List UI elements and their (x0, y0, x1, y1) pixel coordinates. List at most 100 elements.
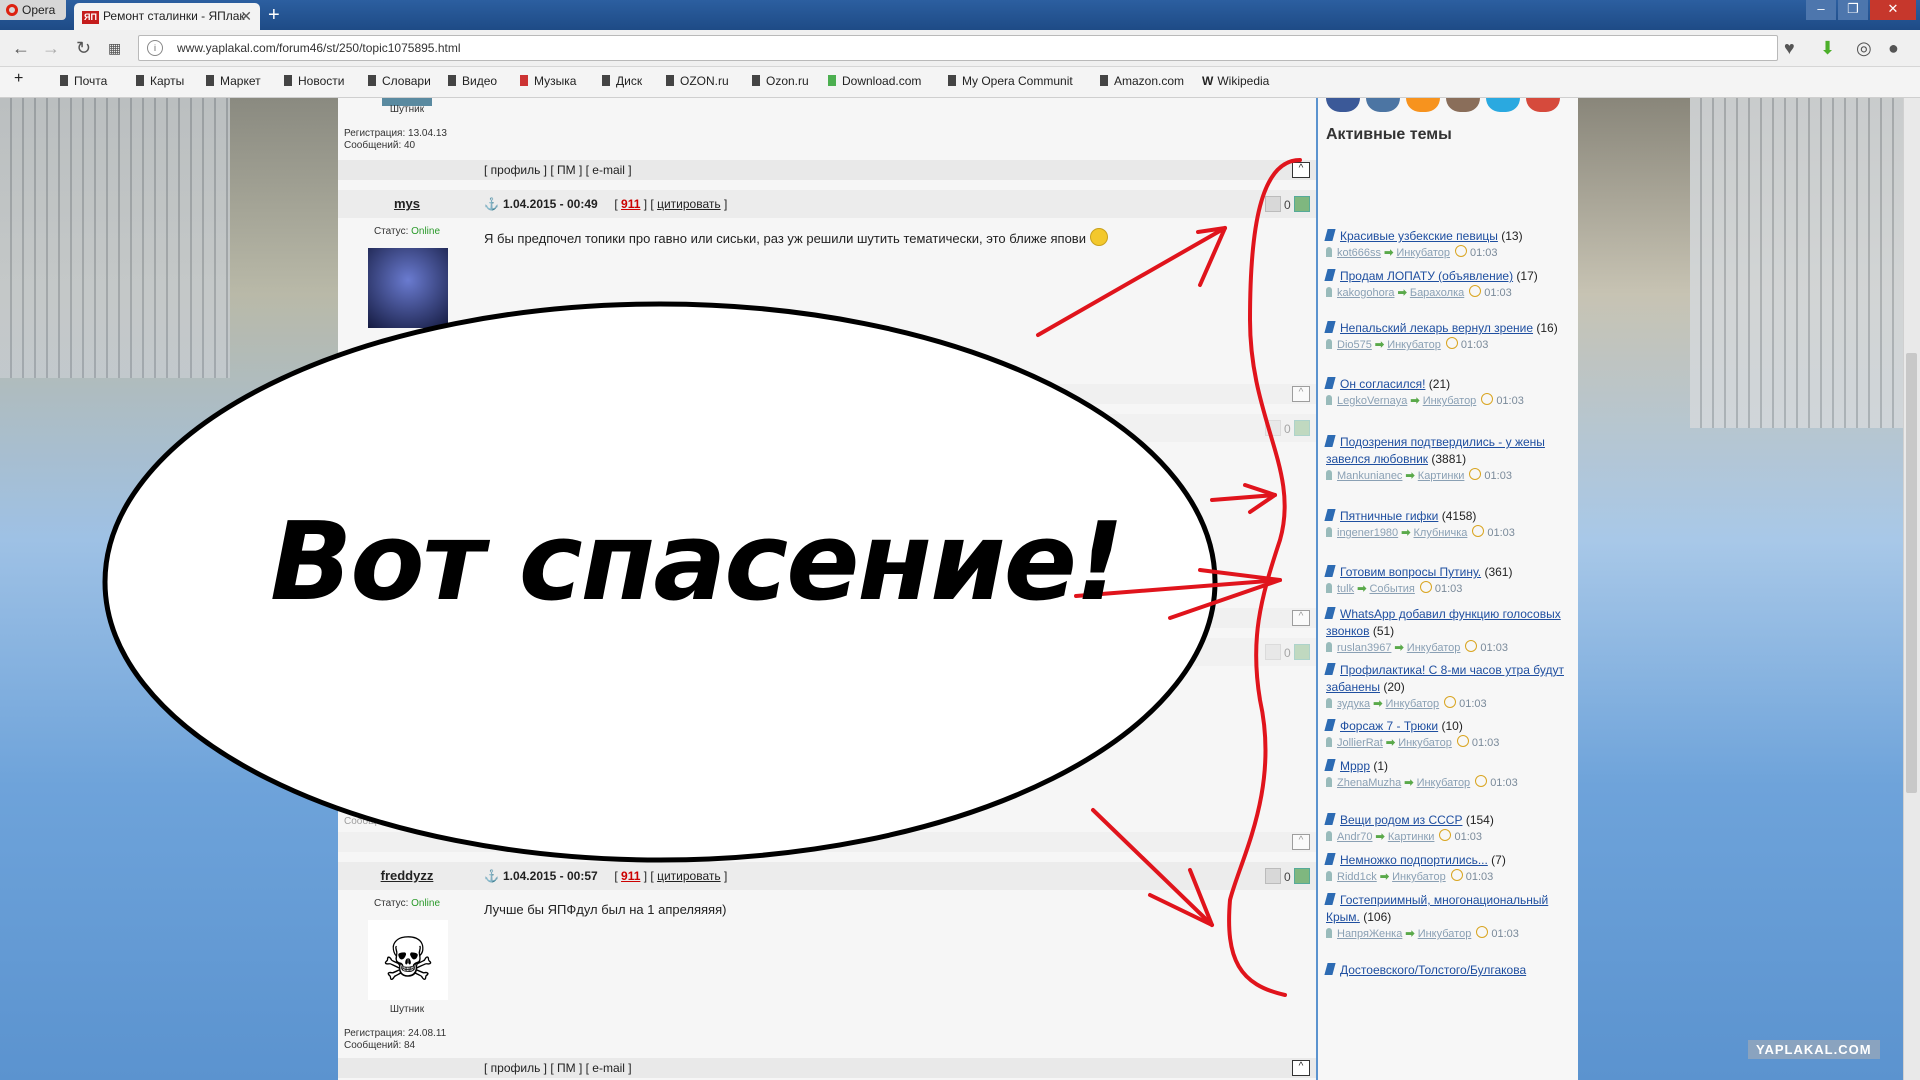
topic-section[interactable]: Инкубатор (1417, 777, 1471, 789)
topic-item[interactable]: Подозрения подтвердились - у жены завелс… (1324, 434, 1566, 485)
topic-section[interactable]: Инкубатор (1423, 395, 1477, 407)
close-tab-icon[interactable]: ✕ (240, 3, 252, 30)
scroll-top-button[interactable]: ^ (1292, 610, 1310, 626)
topic-item[interactable]: Достоевского/Толстого/Булгакова (1324, 962, 1566, 979)
vote-up-icon[interactable] (1294, 420, 1310, 436)
add-bookmark-button[interactable]: + (14, 70, 23, 88)
topic-section[interactable]: Инкубатор (1418, 928, 1472, 940)
instagram-icon[interactable] (1446, 98, 1480, 112)
back-icon[interactable]: ← (12, 38, 30, 59)
bookmark-item[interactable]: Download.com (828, 74, 921, 88)
topic-item[interactable]: Вещи родом из СССР (154) Andr70 ➡ Картинк… (1324, 812, 1566, 846)
bookmark-item[interactable]: Карты (136, 74, 184, 88)
topic-section[interactable]: Картинки (1388, 831, 1435, 843)
post-author[interactable]: freddyzz (338, 868, 476, 883)
odnoklassniki-icon[interactable] (1406, 98, 1440, 112)
topic-title[interactable]: Профилактика! С 8-ми часов утра будут за… (1326, 663, 1564, 694)
twitter-icon[interactable] (1486, 98, 1520, 112)
bookmark-item[interactable]: Новости (284, 74, 344, 88)
scroll-top-button[interactable]: ^ (1292, 162, 1310, 178)
turbo-icon[interactable]: ◎ (1856, 38, 1872, 59)
topic-section[interactable]: Инкубатор (1392, 871, 1446, 883)
topic-title[interactable]: Продам ЛОПАТУ (объявление) (1340, 269, 1513, 283)
bookmark-item[interactable]: Amazon.com (1100, 74, 1184, 88)
avatar[interactable] (368, 248, 448, 328)
page-info-icon[interactable]: i (147, 40, 163, 56)
topic-title[interactable]: Мррр (1340, 759, 1370, 773)
topic-item[interactable]: Немножко подпортились... (7) Ridd1ck ➡ Ин… (1324, 852, 1566, 886)
topic-author[interactable]: Andr70 (1337, 831, 1372, 843)
post-links[interactable]: [ профиль ] [ ПМ ] (484, 387, 582, 401)
post-author[interactable]: dejite (338, 420, 476, 435)
bookmark-item[interactable]: My Opera Communit (948, 74, 1073, 88)
topic-title[interactable]: Немножко подпортились... (1340, 853, 1488, 867)
post-number[interactable]: 911 (621, 421, 640, 435)
topic-title[interactable]: Достоевского/Толстого/Булгакова (1340, 963, 1526, 977)
topic-author[interactable]: tulk (1337, 583, 1354, 595)
google-plus-icon[interactable] (1526, 98, 1560, 112)
topic-author[interactable]: kakogohora (1337, 287, 1395, 299)
topic-item[interactable]: Мррр (1) ZhenaMuzha ➡ Инкубатор 01:03 (1324, 758, 1566, 792)
post-number[interactable]: 911 (621, 197, 640, 211)
topic-author[interactable]: JollierRat (1337, 737, 1383, 749)
vote-up-icon[interactable] (1294, 644, 1310, 660)
minimize-button[interactable]: – (1806, 0, 1836, 20)
quote-link[interactable]: цитировать (657, 645, 721, 659)
topic-section[interactable]: Инкубатор (1398, 737, 1452, 749)
topic-title[interactable]: Красивые узбекские певицы (1340, 229, 1498, 243)
post-links[interactable]: [ профиль ] [ ПМ ] [ e-mail ] (484, 835, 632, 849)
topic-author[interactable]: зудука (1337, 698, 1370, 710)
maximize-button[interactable]: ❐ (1838, 0, 1868, 20)
quote-link[interactable]: цитировать (657, 197, 721, 211)
post-author[interactable]: Free5777 (338, 644, 476, 659)
topic-section[interactable]: Картинки (1418, 470, 1465, 482)
bookmark-item[interactable]: Маркет (206, 74, 261, 88)
vote-up-icon[interactable] (1294, 196, 1310, 212)
topic-title[interactable]: Готовим вопросы Путину. (1340, 565, 1481, 579)
topic-item[interactable]: Гостеприимный, многонациональный Крым. (… (1324, 892, 1566, 943)
topic-item[interactable]: Он согласился! (21) LegkoVernaya ➡ Инкуба… (1324, 376, 1566, 410)
topic-author[interactable]: НапряЖенка (1337, 928, 1402, 940)
browser-tab[interactable]: ЯП Ремонт сталинки - ЯПлак ✕ (74, 3, 260, 30)
quote-link[interactable]: цитировать (657, 869, 721, 883)
scrollbar-thumb[interactable] (1906, 353, 1917, 793)
topic-author[interactable]: ZhenaMuzha (1337, 777, 1401, 789)
bookmark-item[interactable]: Ozon.ru (752, 74, 809, 88)
speed-dial-icon[interactable]: ▦ (108, 40, 121, 57)
vote-down-icon[interactable] (1264, 196, 1281, 212)
anchor-icon[interactable]: ⚓ (484, 869, 499, 883)
new-tab-button[interactable]: + (268, 4, 280, 27)
topic-title[interactable]: Непальский лекарь вернул зрение (1340, 321, 1533, 335)
anchor-icon[interactable]: ⚓ (484, 197, 499, 211)
topic-section[interactable]: События (1369, 583, 1414, 595)
scroll-top-button[interactable]: ^ (1292, 834, 1310, 850)
topic-author[interactable]: ingener1980 (1337, 527, 1398, 539)
anchor-icon[interactable]: ⚓ (484, 421, 499, 435)
topic-author[interactable]: LegkoVernaya (1337, 395, 1407, 407)
close-window-button[interactable]: ✕ (1870, 0, 1916, 20)
topic-author[interactable]: ruslan3967 (1337, 642, 1391, 654)
vote-down-icon[interactable] (1264, 868, 1281, 884)
bookmark-heart-icon[interactable]: ♥ (1784, 38, 1795, 59)
topic-section[interactable]: Барахолка (1410, 287, 1464, 299)
scroll-top-button[interactable]: ^ (1292, 386, 1310, 402)
bookmark-item[interactable]: Словари (368, 74, 431, 88)
topic-item[interactable]: Красивые узбекские певицы (13) kot666ss ➡… (1324, 228, 1566, 262)
hammer-sickle-avatar[interactable]: ☭ (368, 696, 448, 776)
reload-icon[interactable]: ↻ (76, 38, 91, 59)
account-icon[interactable]: ● (1888, 38, 1899, 59)
topic-section[interactable]: Инкубатор (1396, 247, 1450, 259)
vote-down-icon[interactable] (1264, 644, 1281, 660)
quote-link[interactable]: цитировать (657, 421, 721, 435)
post-number[interactable]: 911 (621, 645, 640, 659)
scroll-top-button[interactable]: ^ (1292, 1060, 1310, 1076)
topic-section[interactable]: Инкубатор (1387, 339, 1441, 351)
address-bar[interactable]: i www.yaplakal.com/forum46/st/250/topic10… (138, 35, 1778, 61)
bookmark-item[interactable]: Диск (602, 74, 642, 88)
topic-title[interactable]: Гостеприимный, многонациональный Крым. (1326, 893, 1548, 924)
vote-up-icon[interactable] (1294, 868, 1310, 884)
page-scrollbar[interactable] (1903, 98, 1920, 1080)
bookmark-item[interactable]: Музыка (520, 74, 576, 88)
topic-item[interactable]: Продам ЛОПАТУ (объявление) (17) kakogohor… (1324, 268, 1566, 302)
topic-title[interactable]: Вещи родом из СССР (1340, 813, 1462, 827)
